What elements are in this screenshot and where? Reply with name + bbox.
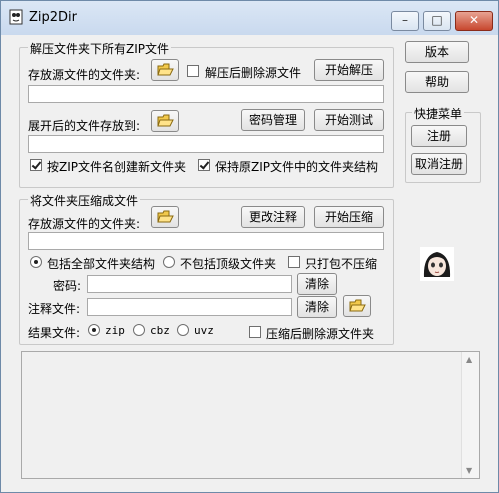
compress-source-browse-button[interactable] <box>151 206 179 228</box>
folder-icon <box>157 114 174 127</box>
extract-dest-label: 展开后的文件存放到: <box>28 119 141 133</box>
compress-delete-after-checkbox[interactable] <box>249 326 261 338</box>
compress-source-input[interactable] <box>28 232 384 250</box>
extract-dest-input[interactable] <box>28 135 384 153</box>
comment-file-input[interactable] <box>87 298 292 316</box>
exclude-top-radio[interactable] <box>163 256 175 268</box>
mascot-avatar <box>420 247 454 281</box>
folder-icon <box>157 63 174 76</box>
vertical-scrollbar[interactable]: ▲ ▼ <box>461 352 479 478</box>
pack-only-label: 只打包不压缩 <box>305 257 378 271</box>
window-title: Zip2Dir <box>29 10 78 25</box>
maximize-button[interactable]: □ <box>423 11 451 31</box>
format-cbz-label: cbz <box>150 324 170 337</box>
include-all-radio[interactable] <box>30 256 42 268</box>
extract-source-input[interactable] <box>28 85 384 103</box>
edit-comment-button[interactable]: 更改注释 <box>241 206 305 228</box>
scroll-up-icon[interactable]: ▲ <box>466 355 472 364</box>
extract-group-title: 解压文件夹下所有ZIP文件 <box>28 40 171 57</box>
keep-structure-label: 保持原ZIP文件中的文件夹结构 <box>215 160 378 174</box>
folder-icon <box>349 299 366 312</box>
start-test-button[interactable]: 开始测试 <box>314 109 384 131</box>
password-label: 密码: <box>53 279 82 293</box>
close-button[interactable]: ✕ <box>455 11 493 31</box>
app-icon <box>8 9 24 25</box>
minimize-button[interactable]: – <box>391 11 419 31</box>
password-input[interactable] <box>87 275 292 293</box>
client-area: 解压文件夹下所有ZIP文件 存放源文件的文件夹: 解压后删除源文件 开始解压 展… <box>9 35 490 484</box>
pack-only-checkbox[interactable] <box>288 256 300 268</box>
compress-delete-after-label: 压缩后删除源文件夹 <box>266 327 375 341</box>
include-all-label: 包括全部文件夹结构 <box>47 257 156 271</box>
password-manage-button[interactable]: 密码管理 <box>241 109 305 131</box>
compress-source-label: 存放源文件的文件夹: <box>28 217 141 231</box>
unregister-button[interactable]: 取消注册 <box>411 153 467 175</box>
format-zip-radio[interactable] <box>88 324 100 336</box>
create-dir-checkbox[interactable] <box>30 159 42 171</box>
register-button[interactable]: 注册 <box>411 125 467 147</box>
version-button[interactable]: 版本 <box>405 41 469 63</box>
log-output[interactable]: ▲ ▼ <box>21 351 480 479</box>
start-extract-button[interactable]: 开始解压 <box>314 59 384 81</box>
exclude-top-label: 不包括顶级文件夹 <box>180 257 277 271</box>
extract-dest-browse-button[interactable] <box>151 110 179 132</box>
clear-comment-button[interactable]: 清除 <box>297 296 337 318</box>
help-button[interactable]: 帮助 <box>405 71 469 93</box>
keep-structure-checkbox[interactable] <box>198 159 210 171</box>
result-file-label: 结果文件: <box>28 326 81 340</box>
extract-delete-after-label: 解压后删除源文件 <box>205 66 302 80</box>
folder-icon <box>157 210 174 223</box>
extract-source-browse-button[interactable] <box>151 59 179 81</box>
compress-group-title: 将文件夹压缩成文件 <box>28 192 141 209</box>
format-zip-label: zip <box>105 324 125 337</box>
app-window: Zip2Dir – □ ✕ 解压文件夹下所有ZIP文件 存放源文件的文件夹: 解… <box>0 0 499 493</box>
quick-menu-title: 快捷菜单 <box>412 105 465 122</box>
extract-source-label: 存放源文件的文件夹: <box>28 68 141 82</box>
comment-browse-button[interactable] <box>343 295 371 317</box>
extract-delete-after-checkbox[interactable] <box>187 65 199 77</box>
format-uvz-label: uvz <box>194 324 214 337</box>
create-dir-label: 按ZIP文件名创建新文件夹 <box>47 160 186 174</box>
title-bar[interactable]: Zip2Dir – □ ✕ <box>1 1 498 35</box>
clear-password-button[interactable]: 清除 <box>297 273 337 295</box>
format-uvz-radio[interactable] <box>177 324 189 336</box>
start-compress-button[interactable]: 开始压缩 <box>314 206 384 228</box>
scroll-down-icon[interactable]: ▼ <box>466 466 472 475</box>
comment-file-label: 注释文件: <box>28 302 81 316</box>
format-cbz-radio[interactable] <box>133 324 145 336</box>
